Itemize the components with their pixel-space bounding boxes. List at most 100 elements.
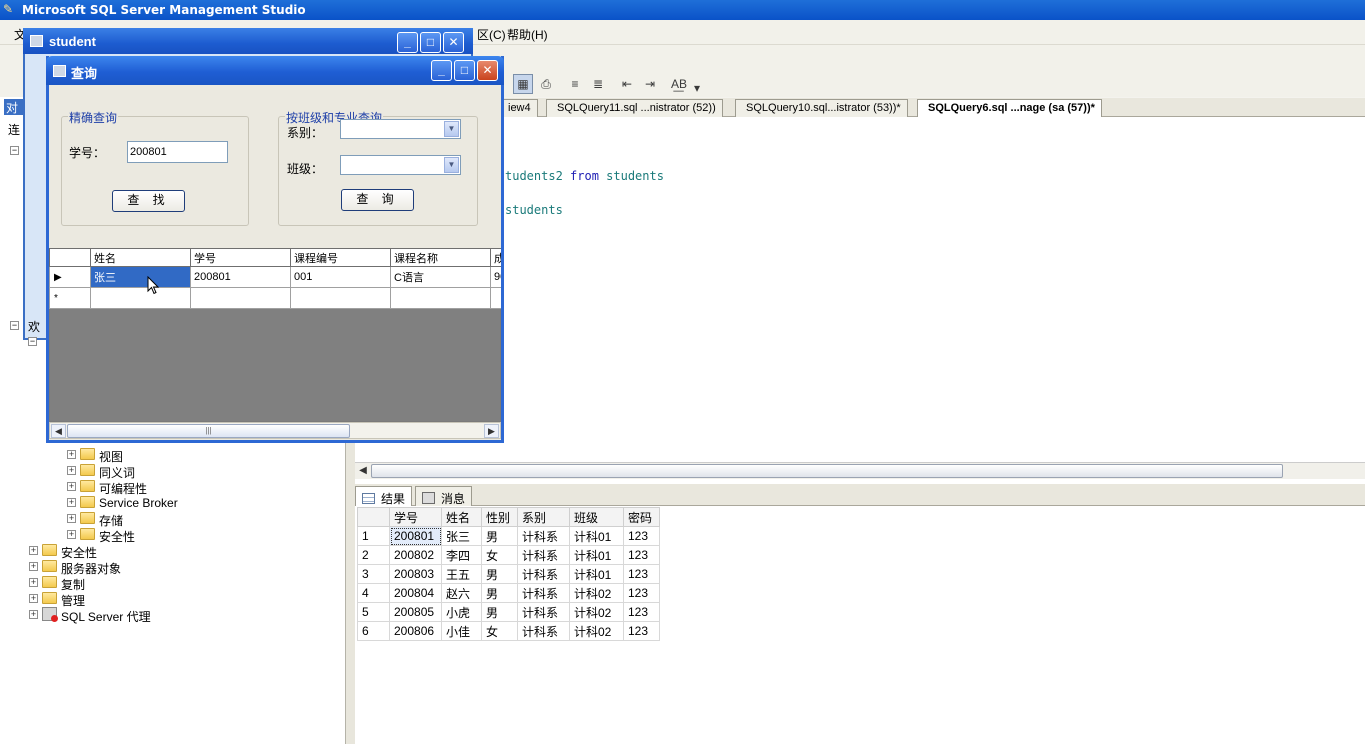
row-number[interactable]: 4 xyxy=(357,583,390,603)
grid-cell[interactable]: 计科系 xyxy=(517,621,570,641)
editor-scroll-thumb[interactable] xyxy=(371,464,1283,478)
find-button[interactable]: 查 找 xyxy=(112,190,185,212)
grid-cell-empty[interactable] xyxy=(390,287,491,309)
grid-cell[interactable]: 123 xyxy=(623,526,660,546)
row-number[interactable]: 5 xyxy=(357,602,390,622)
tree-expander-icon[interactable]: + xyxy=(29,610,38,619)
grid-cell[interactable]: 男 xyxy=(481,583,518,603)
scroll-left-arrow-icon[interactable]: ◀ xyxy=(357,464,369,478)
table-row[interactable]: 1 200801 张三男计科系 计科01 123 xyxy=(357,526,660,546)
document-tab[interactable]: SQLQuery11.sql ...nistrator (52)) xyxy=(546,99,723,117)
column-header[interactable]: 系别 xyxy=(517,507,570,527)
grid-cell[interactable]: 男 xyxy=(481,602,518,622)
grid-cell[interactable]: 赵六 xyxy=(441,583,482,603)
current-row-indicator[interactable]: ▶ xyxy=(49,266,91,288)
tree-expander-icon[interactable]: + xyxy=(67,514,76,523)
query-close-button[interactable]: ✕ xyxy=(477,60,498,81)
table-row-new[interactable]: * xyxy=(49,287,501,309)
grid-cell[interactable]: 123 xyxy=(623,602,660,622)
new-row-indicator[interactable]: * xyxy=(49,287,91,309)
grid-cell[interactable]: 计科01 xyxy=(569,564,624,584)
query-data-grid[interactable]: 姓名学号课程编号课程名称成 ▶ 张三 200801 001 C语言 90 * xyxy=(49,248,501,309)
column-header[interactable]: 姓名 xyxy=(90,248,191,267)
grid-cell-course-name[interactable]: C语言 xyxy=(390,266,491,288)
table-row[interactable]: ▶ 张三 200801 001 C语言 90 xyxy=(49,266,501,288)
table-row[interactable]: 5 200805 小虎男计科系 计科02 123 xyxy=(357,602,660,622)
table-row[interactable]: 2 200802 李四女计科系 计科01 123 xyxy=(357,545,660,565)
results-to-grid-icon[interactable]: ▦ xyxy=(513,74,533,94)
grid-cell[interactable]: 200801 xyxy=(389,526,442,546)
grid-cell[interactable]: 200806 xyxy=(389,621,442,641)
query-maximize-button[interactable]: □ xyxy=(454,60,475,81)
tree-expander-icon[interactable]: + xyxy=(67,466,76,475)
grid-cell[interactable]: 计科系 xyxy=(517,526,570,546)
grid-cell[interactable]: 200804 xyxy=(389,583,442,603)
grid-cell-name[interactable]: 张三 xyxy=(90,266,191,288)
column-header[interactable]: 成 xyxy=(490,248,501,267)
grid-cell[interactable]: 李四 xyxy=(441,545,482,565)
chevron-down-icon[interactable]: ▼ xyxy=(444,121,459,137)
query-editor[interactable]: tudents2 from students students xyxy=(355,117,1365,462)
query-grid-scroll-thumb[interactable]: ||| xyxy=(67,424,350,438)
grid-cell[interactable]: 200805 xyxy=(389,602,442,622)
specify-values-icon[interactable]: A͟B xyxy=(669,74,689,94)
tree-expander-icon[interactable]: + xyxy=(67,450,76,459)
grid-cell[interactable]: 123 xyxy=(623,583,660,603)
grid-cell[interactable]: 计科系 xyxy=(517,583,570,603)
grid-cell-empty[interactable] xyxy=(290,287,391,309)
document-tab[interactable]: SQLQuery10.sql...istrator (53))* xyxy=(735,99,908,117)
scroll-left-arrow-icon[interactable]: ◀ xyxy=(51,424,66,438)
results-grid[interactable]: 学号 姓名 性别 系别 班级 密码 1 200801 张三男计科系 计科01 123 2 200802… xyxy=(357,507,660,641)
grid-cell[interactable]: 女 xyxy=(481,545,518,565)
tree-expander-databases[interactable]: − xyxy=(28,337,37,346)
query-grid-horizontal-scrollbar[interactable]: ◀ ||| ▶ xyxy=(49,422,501,439)
tree-expander-icon[interactable]: + xyxy=(29,562,38,571)
decrease-indent-icon[interactable]: ⇤ xyxy=(617,74,637,94)
tree-expander-icon[interactable]: + xyxy=(29,578,38,587)
column-header[interactable]: 学号 xyxy=(389,507,442,527)
grid-cell-student-id[interactable]: 200801 xyxy=(190,266,291,288)
grid-cell[interactable]: 计科系 xyxy=(517,602,570,622)
column-header[interactable]: 性别 xyxy=(481,507,518,527)
grid-corner-cell[interactable] xyxy=(357,507,390,527)
grid-cell[interactable]: 计科01 xyxy=(569,545,624,565)
tree-expander-icon[interactable]: + xyxy=(67,498,76,507)
grid-cell[interactable]: 计科02 xyxy=(569,621,624,641)
tree-expander-icon[interactable]: + xyxy=(29,594,38,603)
results-to-file-icon[interactable]: ⎙ xyxy=(536,74,556,94)
scroll-right-arrow-icon[interactable]: ▶ xyxy=(484,424,499,438)
comment-lines-icon[interactable]: ≡ xyxy=(565,74,585,94)
tab-messages[interactable]: 消息 xyxy=(415,486,473,506)
grid-cell[interactable]: 200802 xyxy=(389,545,442,565)
uncomment-lines-icon[interactable]: ≣ xyxy=(588,74,608,94)
grid-cell[interactable]: 123 xyxy=(623,545,660,565)
row-number[interactable]: 1 xyxy=(357,526,390,546)
grid-cell[interactable]: 小佳 xyxy=(441,621,482,641)
column-header[interactable]: 学号 xyxy=(190,248,291,267)
increase-indent-icon[interactable]: ⇥ xyxy=(640,74,660,94)
column-header[interactable]: 课程编号 xyxy=(290,248,391,267)
connect-label-partial[interactable]: 连 xyxy=(8,121,20,138)
grid-cell[interactable]: 小虎 xyxy=(441,602,482,622)
grid-cell[interactable]: 计科02 xyxy=(569,583,624,603)
menu-community[interactable]: 区(C) xyxy=(477,26,506,43)
tree-expander-icon[interactable]: + xyxy=(29,546,38,555)
grid-cell[interactable]: 张三 xyxy=(441,526,482,546)
column-header[interactable]: 课程名称 xyxy=(390,248,491,267)
grid-cell[interactable]: 计科01 xyxy=(569,526,624,546)
menu-help[interactable]: 帮助(H) xyxy=(507,26,548,43)
column-header[interactable]: 密码 xyxy=(623,507,660,527)
grid-cell[interactable]: 123 xyxy=(623,564,660,584)
student-close-button[interactable]: ✕ xyxy=(443,32,464,53)
row-number[interactable]: 2 xyxy=(357,545,390,565)
column-header[interactable]: 姓名 xyxy=(441,507,482,527)
table-row[interactable]: 6 200806 小佳女计科系 计科02 123 xyxy=(357,621,660,641)
grid-cell[interactable]: 女 xyxy=(481,621,518,641)
grid-cell[interactable]: 123 xyxy=(623,621,660,641)
tree-expander-welcome[interactable]: − xyxy=(10,321,19,330)
table-row[interactable]: 4 200804 赵六男计科系 计科02 123 xyxy=(357,583,660,603)
tab-results[interactable]: 结果 xyxy=(355,486,413,506)
tree-expander-icon[interactable]: + xyxy=(67,482,76,491)
department-select[interactable]: ▼ xyxy=(340,119,461,139)
column-header[interactable]: 班级 xyxy=(569,507,624,527)
